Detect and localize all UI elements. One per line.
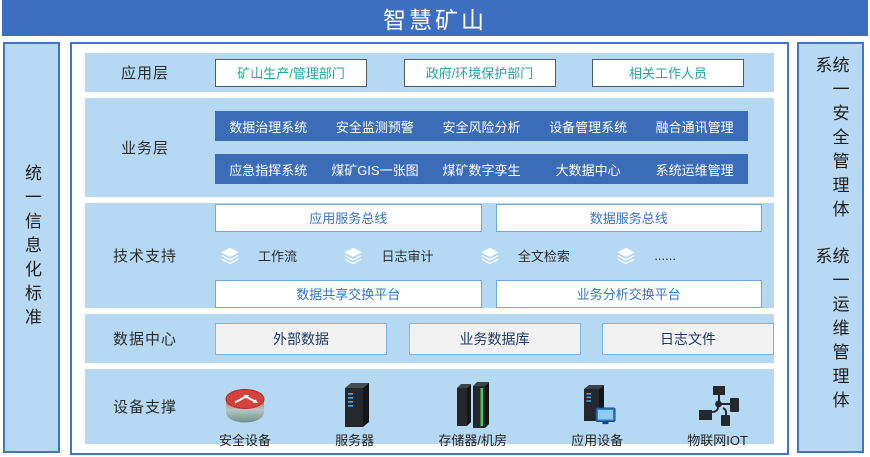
system-chip: 系统运维管理 — [641, 154, 748, 184]
middleware-service: ...... — [615, 245, 676, 267]
layer-business-label: 业务层 — [85, 98, 205, 197]
right-pillar-label-security: 统一安全管理体系 — [814, 56, 848, 247]
smart-mine-architecture-diagram: 智慧矿山 统一信息化标准 应用层 矿山生产/管理部门 政府/环境保护部门 相关工… — [0, 0, 870, 457]
device-label: 安全设备 — [219, 430, 271, 449]
layers-icon — [615, 245, 637, 267]
layer-application: 应用层 矿山生产/管理部门 政府/环境保护部门 相关工作人员 — [85, 53, 774, 92]
system-chip: 安全监测预警 — [322, 111, 429, 141]
layer-data-center: 数据中心 外部数据 业务数据库 日志文件 — [85, 314, 774, 363]
device-support-items: 安全设备 服务器 — [205, 369, 774, 453]
layers-icon — [219, 245, 241, 267]
system-chip: 数据治理系统 — [215, 111, 322, 141]
stakeholder-box: 矿山生产/管理部门 — [215, 59, 367, 87]
stakeholder-box: 政府/环境保护部门 — [404, 59, 556, 87]
right-pillar: 统一安全管理体系 统一运维管理体系 — [797, 42, 864, 453]
exchange-platform-row: 数据共享交换平台 业务分析交换平台 — [215, 280, 762, 308]
middleware-service: 全文检索 — [479, 245, 570, 267]
layer-tech-support: 技术支持 应用服务总线 数据服务总线 工作流 日志审计 — [85, 203, 774, 308]
service-bus-box: 应用服务总线 — [215, 204, 482, 232]
system-chip: 煤矿数字孪生 — [428, 154, 535, 184]
layer-device-support: 设备支撑 — [85, 369, 774, 444]
application-boxes: 矿山生产/管理部门 政府/环境保护部门 相关工作人员 — [205, 53, 774, 92]
data-source-box: 日志文件 — [602, 323, 774, 355]
device-item: 安全设备 — [219, 383, 271, 449]
layer-application-label: 应用层 — [85, 53, 205, 92]
system-chip: 煤矿GIS一张图 — [322, 154, 429, 184]
middleware-service-label: 日志审计 — [381, 246, 433, 265]
business-systems: 数据治理系统 安全监测预警 安全风险分析 设备管理系统 融合通讯管理 应急指挥系… — [205, 98, 774, 197]
stakeholder-box: 相关工作人员 — [592, 59, 744, 87]
business-row-2: 应急指挥系统 煤矿GIS一张图 煤矿数字孪生 大数据中心 系统运维管理 — [215, 154, 748, 184]
exchange-platform-box: 业务分析交换平台 — [496, 280, 763, 308]
page-title: 智慧矿山 — [2, 0, 868, 36]
main-panel: 应用层 矿山生产/管理部门 政府/环境保护部门 相关工作人员 业务层 数据治理系… — [70, 42, 789, 455]
device-label: 应用设备 — [571, 430, 623, 449]
middleware-service: 日志审计 — [342, 245, 433, 267]
security-device-icon — [222, 383, 268, 428]
iot-network-icon — [695, 383, 741, 428]
server-icon — [337, 383, 373, 428]
storage-rack-icon — [453, 383, 493, 428]
device-item: 应用设备 — [571, 383, 623, 449]
exchange-platform-box: 数据共享交换平台 — [215, 280, 482, 308]
application-device-icon — [576, 383, 618, 428]
data-source-box: 外部数据 — [215, 323, 387, 355]
device-label: 存储器/机房 — [438, 430, 507, 449]
layers-icon — [479, 245, 501, 267]
data-center-boxes: 外部数据 业务数据库 日志文件 — [205, 314, 774, 363]
layer-tech-support-label: 技术支持 — [85, 203, 205, 308]
middleware-service: 工作流 — [219, 245, 297, 267]
system-chip: 大数据中心 — [535, 154, 642, 184]
device-item: 存储器/机房 — [438, 383, 507, 449]
business-row-1: 数据治理系统 安全监测预警 安全风险分析 设备管理系统 融合通讯管理 — [215, 111, 748, 141]
layers-icon — [342, 245, 364, 267]
device-item: 服务器 — [335, 383, 374, 449]
middleware-service-label: 工作流 — [258, 246, 297, 265]
system-chip: 应急指挥系统 — [215, 154, 322, 184]
layer-data-center-label: 数据中心 — [85, 314, 205, 363]
device-item: 物联网IOT — [687, 383, 748, 449]
device-label: 服务器 — [335, 430, 374, 449]
middleware-services-row: 工作流 日志审计 全文检索 ...... — [215, 244, 762, 268]
data-source-box: 业务数据库 — [409, 323, 581, 355]
system-chip: 设备管理系统 — [535, 111, 642, 141]
left-pillar: 统一信息化标准 — [3, 42, 60, 453]
system-chip: 融合通讯管理 — [641, 111, 748, 141]
tech-support-content: 应用服务总线 数据服务总线 工作流 日志审计 全文检索 — [205, 203, 774, 308]
service-bus-row: 应用服务总线 数据服务总线 — [215, 204, 762, 232]
middleware-service-label: 全文检索 — [518, 246, 570, 265]
right-pillar-label-ops: 统一运维管理体系 — [814, 247, 848, 438]
layer-business: 业务层 数据治理系统 安全监测预警 安全风险分析 设备管理系统 融合通讯管理 应… — [85, 98, 774, 197]
layer-device-support-label: 设备支撑 — [85, 369, 205, 444]
service-bus-box: 数据服务总线 — [496, 204, 763, 232]
system-chip: 安全风险分析 — [428, 111, 535, 141]
left-pillar-label: 统一信息化标准 — [23, 164, 40, 332]
device-label: 物联网IOT — [687, 430, 748, 449]
middleware-service-label: ...... — [654, 248, 676, 263]
